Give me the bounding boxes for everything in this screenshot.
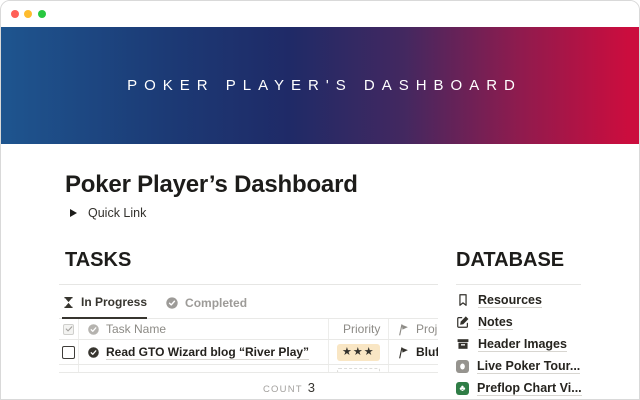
tab-completed[interactable]: Completed bbox=[165, 296, 247, 318]
tasks-table: Task Name Priority Proj bbox=[59, 318, 438, 397]
tab-in-progress-label: In Progress bbox=[81, 295, 147, 309]
project-link[interactable]: Bluf bbox=[416, 345, 438, 359]
database-item-label: Preflop Chart Vi... bbox=[477, 381, 582, 396]
database-item-live-poker-tour[interactable]: Live Poker Tour... bbox=[456, 355, 581, 377]
database-item-label: Live Poker Tour... bbox=[477, 359, 580, 374]
app-window: POKER PLAYER'S DASHBOARD Poker Player’s … bbox=[0, 0, 640, 400]
tasks-heading: TASKS bbox=[59, 248, 438, 272]
database-item-label: Notes bbox=[478, 315, 513, 330]
database-item-preflop-chart[interactable]: ♣ Preflop Chart Vi... bbox=[456, 377, 581, 399]
projects-header-label: Proj bbox=[416, 322, 437, 336]
table-row-clipped bbox=[59, 365, 438, 373]
bookmark-icon bbox=[456, 293, 470, 307]
table-row: Read GTO Wizard blog “River Play” ★★★ Bl… bbox=[59, 340, 438, 365]
database-item-notes[interactable]: Notes bbox=[456, 311, 581, 333]
row-checkbox[interactable] bbox=[59, 340, 79, 364]
tab-completed-label: Completed bbox=[185, 296, 247, 310]
table-header-row: Task Name Priority Proj bbox=[59, 318, 438, 340]
database-item-label: Resources bbox=[478, 293, 542, 308]
task-name-link[interactable]: Read GTO Wizard blog “River Play” bbox=[106, 345, 309, 360]
column-header-projects[interactable]: Proj bbox=[389, 319, 438, 339]
close-window-button[interactable] bbox=[11, 10, 19, 18]
toggle-arrow-icon bbox=[70, 209, 77, 217]
project-cell[interactable]: Bluf bbox=[389, 340, 438, 364]
banner-title: POKER PLAYER'S DASHBOARD bbox=[120, 77, 522, 94]
priority-header-label: Priority bbox=[343, 322, 380, 336]
quick-link-label: Quick Link bbox=[88, 206, 146, 220]
hourglass-icon bbox=[62, 296, 75, 309]
priority-placeholder bbox=[337, 368, 380, 373]
flag-icon bbox=[397, 323, 410, 336]
task-name-header-label: Task Name bbox=[106, 322, 166, 336]
priority-stars-badge: ★★★ bbox=[337, 344, 380, 361]
zoom-window-button[interactable] bbox=[38, 10, 46, 18]
cover-banner: POKER PLAYER'S DASHBOARD bbox=[1, 27, 640, 144]
check-circle-icon bbox=[87, 346, 100, 359]
select-all-checkbox[interactable] bbox=[59, 319, 79, 339]
database-item-resources[interactable]: Resources bbox=[456, 289, 581, 311]
column-header-priority[interactable]: Priority bbox=[329, 319, 389, 339]
window-titlebar bbox=[1, 1, 639, 27]
check-circle-icon bbox=[87, 323, 100, 336]
task-name-cell[interactable]: Read GTO Wizard blog “River Play” bbox=[79, 340, 329, 364]
tasks-tabs: In Progress Completed bbox=[59, 285, 438, 318]
playing-card-green-icon: ♣ bbox=[456, 382, 469, 395]
database-divider bbox=[456, 284, 581, 285]
count-value: 3 bbox=[308, 380, 315, 395]
column-header-task-name[interactable]: Task Name bbox=[79, 319, 329, 339]
database-list: Resources Notes Header Images bbox=[456, 289, 581, 399]
tasks-section: TASKS In Progress Completed bbox=[59, 248, 438, 397]
count-label: COUNT bbox=[263, 384, 303, 395]
flag-icon bbox=[397, 346, 410, 359]
playing-card-gray-icon bbox=[456, 360, 469, 373]
tab-in-progress[interactable]: In Progress bbox=[62, 295, 147, 319]
check-circle-icon bbox=[165, 296, 179, 310]
archive-icon bbox=[456, 337, 470, 351]
database-item-label: Header Images bbox=[478, 337, 567, 352]
priority-cell[interactable]: ★★★ bbox=[329, 340, 389, 364]
database-heading: DATABASE bbox=[456, 248, 581, 272]
database-item-header-images[interactable]: Header Images bbox=[456, 333, 581, 355]
table-count[interactable]: COUNT 3 bbox=[59, 373, 329, 397]
edit-icon bbox=[456, 315, 470, 329]
minimize-window-button[interactable] bbox=[24, 10, 32, 18]
page-title[interactable]: Poker Player’s Dashboard bbox=[65, 171, 358, 199]
quick-link-toggle[interactable]: Quick Link bbox=[70, 206, 146, 220]
check-icon bbox=[65, 325, 73, 333]
database-section: DATABASE Resources Notes bbox=[456, 248, 581, 399]
